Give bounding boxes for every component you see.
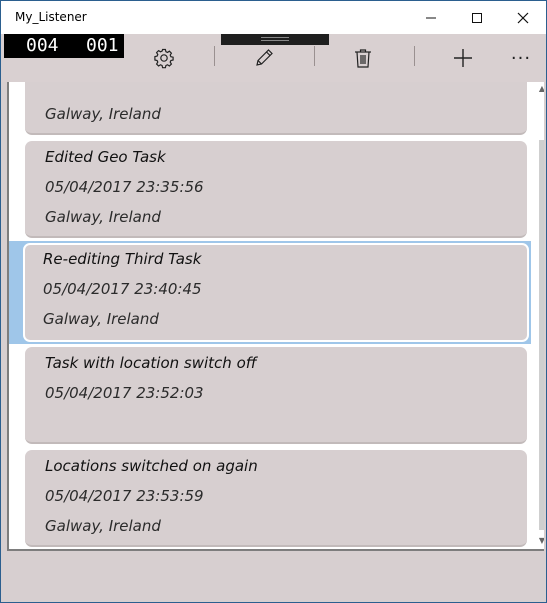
task-title: Task with location switch off — [45, 354, 257, 372]
task-title: Edited Geo Task — [45, 148, 166, 166]
separator — [414, 46, 415, 66]
task-location: Galway, Ireland — [45, 105, 161, 123]
task-datetime: 05/04/2017 23:35:56 — [45, 178, 204, 196]
edit-button[interactable] — [244, 42, 284, 74]
task-datetime: 05/04/2017 23:53:59 — [45, 487, 204, 505]
close-button[interactable] — [500, 1, 546, 34]
gear-icon — [154, 48, 174, 69]
scroll-down-arrow-icon[interactable]: ▼ — [538, 536, 544, 546]
task-datetime: 05/04/2017 23:40:45 — [43, 280, 202, 298]
task-location: Galway, Ireland — [45, 208, 161, 226]
list-item[interactable]: Task with location switch off 05/04/2017… — [9, 344, 531, 447]
frame-counter: 004 001 — [4, 34, 124, 58]
maximize-button[interactable] — [454, 1, 500, 34]
scroll-thumb[interactable] — [539, 140, 544, 530]
task-card: Galway, Ireland — [25, 82, 527, 135]
scroll-up-arrow-icon[interactable]: ▲ — [538, 84, 544, 94]
task-list-view[interactable]: Galway, Ireland Edited Geo Task 05/04/20… — [7, 82, 544, 551]
grip-line — [261, 37, 289, 38]
more-button[interactable]: ··· — [501, 42, 541, 74]
task-title: Re-editing Third Task — [43, 250, 202, 268]
settings-button[interactable] — [144, 42, 184, 74]
pencil-icon — [256, 49, 273, 66]
counter-left: 004 — [26, 35, 59, 56]
title-bar[interactable]: My_Listener — [1, 1, 546, 34]
maximize-icon — [472, 12, 482, 23]
task-location: Galway, Ireland — [43, 310, 159, 328]
list-item[interactable]: Edited Geo Task 05/04/2017 23:35:56 Galw… — [9, 138, 531, 241]
grip-line — [261, 40, 289, 41]
app-window: My_Listener 004 001 ··· Galway, Ireland … — [0, 0, 547, 603]
list-item[interactable]: Galway, Ireland — [9, 82, 531, 138]
add-button[interactable] — [443, 42, 483, 74]
task-location: Galway, Ireland — [45, 517, 161, 535]
list-item[interactable]: Locations switched on again 05/04/2017 2… — [9, 447, 531, 549]
task-title: Locations switched on again — [45, 457, 258, 475]
vertical-scrollbar[interactable]: ▲ ▼ — [538, 82, 544, 549]
list-item-selected[interactable]: Re-editing Third Task 05/04/2017 23:40:4… — [9, 241, 531, 344]
bottom-panel — [1, 553, 546, 602]
separator — [314, 46, 315, 66]
task-card: Task with location switch off 05/04/2017… — [25, 347, 527, 444]
trash-icon — [355, 49, 371, 68]
command-bar: 004 001 ··· — [1, 34, 546, 82]
task-card: Locations switched on again 05/04/2017 2… — [25, 450, 527, 547]
task-list: Galway, Ireland Edited Geo Task 05/04/20… — [9, 82, 531, 549]
minimize-button[interactable] — [408, 1, 454, 34]
task-card: Edited Geo Task 05/04/2017 23:35:56 Galw… — [25, 141, 527, 238]
minimize-icon — [426, 17, 436, 18]
close-icon — [517, 12, 529, 23]
separator — [214, 46, 215, 66]
window-title: My_Listener — [15, 10, 87, 24]
counter-right: 001 — [86, 35, 119, 56]
ellipsis-icon: ··· — [510, 47, 532, 69]
plus-icon — [454, 49, 472, 67]
task-datetime: 05/04/2017 23:52:03 — [45, 384, 204, 402]
task-card: Re-editing Third Task 05/04/2017 23:40:4… — [23, 243, 529, 342]
delete-button[interactable] — [343, 42, 383, 74]
